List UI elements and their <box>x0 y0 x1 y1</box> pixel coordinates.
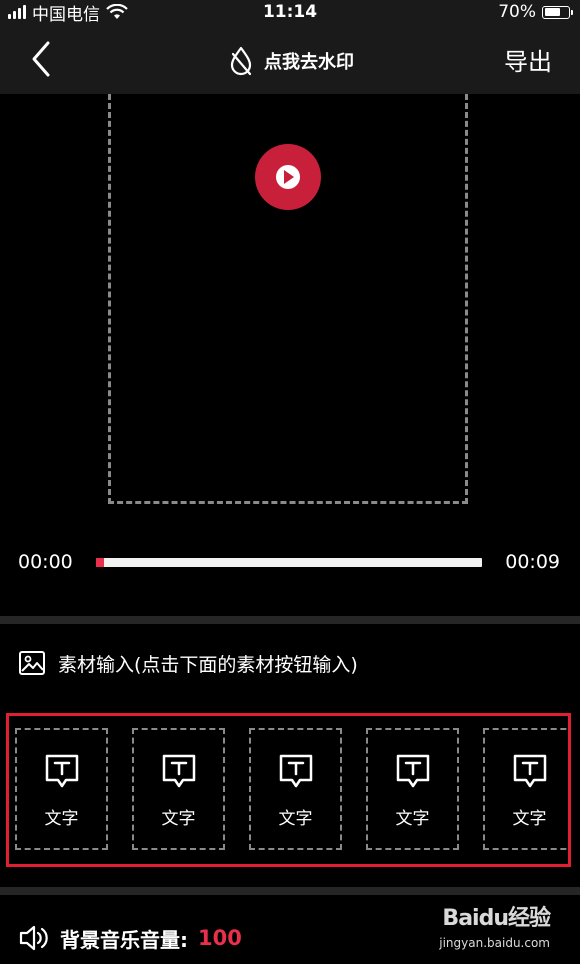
total-time: 00:09 <box>505 551 560 573</box>
material-text-button[interactable]: 文字 <box>132 728 225 850</box>
battery-icon <box>542 5 573 19</box>
material-label: 文字 <box>44 809 79 829</box>
bgm-volume[interactable]: 背景音乐音量: 100 <box>18 922 242 954</box>
status-time: 11:14 <box>262 2 318 22</box>
progress-fill <box>96 558 104 567</box>
material-label: 文字 <box>161 809 196 829</box>
current-time: 00:00 <box>18 551 73 573</box>
section-divider <box>0 887 580 895</box>
material-text-button[interactable]: 文字 <box>249 728 342 850</box>
progress-slider[interactable] <box>96 558 482 567</box>
nav-title: 点我去水印 <box>264 52 354 73</box>
battery-percent: 70% <box>498 2 536 22</box>
section-divider <box>0 616 580 624</box>
volume-value: 100 <box>198 926 242 950</box>
play-button[interactable] <box>255 144 321 210</box>
material-text-button[interactable]: 文字 <box>483 728 568 850</box>
text-bubble-icon <box>45 754 78 788</box>
baidu-jingyan-watermark: Baidu经验 jingyan.baidu.com <box>439 900 551 950</box>
material-text-button[interactable]: 文字 <box>15 728 108 850</box>
material-title-text: 素材输入(点击下面的素材按钮输入) <box>58 653 358 676</box>
text-bubble-icon <box>513 754 546 788</box>
remove-watermark-button[interactable]: 点我去水印 <box>0 46 580 76</box>
droplet-slash-icon <box>230 46 252 76</box>
status-right: 70% <box>498 0 573 24</box>
material-section-title: 素材输入(点击下面的素材按钮输入) <box>18 648 358 678</box>
play-icon <box>276 165 300 189</box>
material-label: 文字 <box>278 809 313 829</box>
export-button[interactable]: 导出 <box>504 42 552 77</box>
watermark-brand: Baidu经验 <box>442 906 551 931</box>
text-bubble-icon <box>396 754 429 788</box>
material-label: 文字 <box>512 809 547 829</box>
watermark-url: jingyan.baidu.com <box>439 936 550 950</box>
material-list: 文字 文字 文字 文字 文字 <box>6 713 571 867</box>
text-bubble-icon <box>162 754 195 788</box>
status-bar: 中国电信 11:14 70% <box>0 0 580 25</box>
material-label: 文字 <box>395 809 430 829</box>
battery-level <box>544 8 560 16</box>
material-row: 文字 文字 文字 文字 文字 <box>15 728 568 850</box>
volume-label: 背景音乐音量: <box>60 927 188 952</box>
material-text-button[interactable]: 文字 <box>366 728 459 850</box>
video-preview[interactable] <box>0 94 580 614</box>
nav-bar: 点我去水印 导出 <box>0 24 580 94</box>
image-icon <box>19 651 45 675</box>
text-bubble-icon <box>279 754 312 788</box>
speaker-icon <box>19 925 48 951</box>
